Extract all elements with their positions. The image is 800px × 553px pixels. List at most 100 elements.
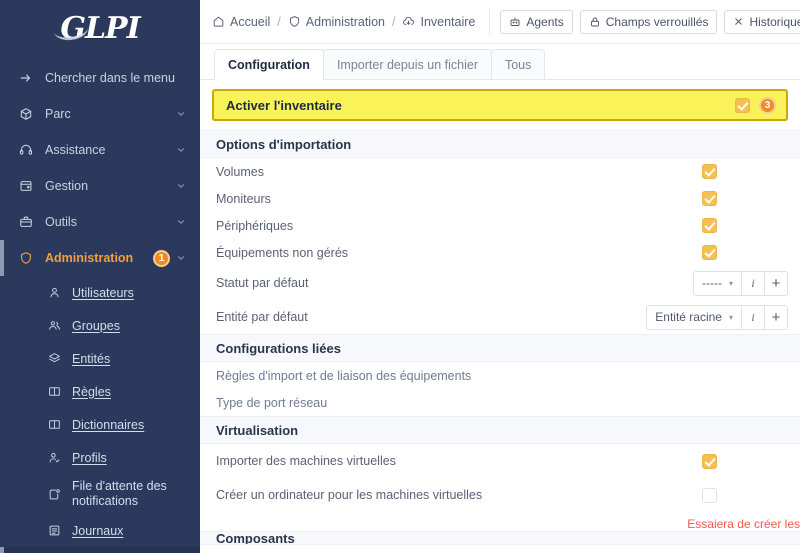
sidebar-item-utilisateurs[interactable]: Utilisateurs <box>0 276 200 309</box>
row-label: Importer des machines virtuelles <box>216 454 396 468</box>
chevron-down-icon <box>176 145 186 155</box>
row-control: ----- ▾ i + <box>693 270 788 296</box>
sidebar-item-gestion[interactable]: Gestion <box>0 168 200 204</box>
app-window: GLPI Chercher dans le menu Parc Assistan… <box>0 0 800 553</box>
entite-par-defaut-add-button[interactable]: + <box>764 305 787 329</box>
statut-par-defaut-add-button[interactable]: + <box>764 271 787 295</box>
row-label: Créer un ordinateur pour les machines vi… <box>216 488 483 502</box>
sidebar-item-dictionnaires[interactable]: Dictionnaires <box>0 408 200 441</box>
breadcrumb-item-inventaire[interactable]: Inventaire <box>402 15 475 29</box>
sidebar-subitem-label: Dictionnaires <box>72 417 145 432</box>
section-header-virtualisation: Virtualisation <box>200 416 800 444</box>
entite-par-defaut-info-button[interactable]: i <box>741 305 764 329</box>
shield-icon <box>16 250 36 266</box>
breadcrumb-item-administration[interactable]: Administration <box>288 15 385 29</box>
toolbar-divider <box>489 8 491 35</box>
row-regles-import-liaison[interactable]: Règles d'import et de liaison des équipe… <box>200 362 800 389</box>
sidebar-subitem-label: Journaux <box>72 523 124 538</box>
sidebar-item-groupes[interactable]: Groupes <box>0 309 200 342</box>
importer-machines-virtuelles-checkbox[interactable] <box>702 453 717 469</box>
sidebar-item-journaux[interactable]: Journaux <box>0 514 200 547</box>
sidebar: GLPI Chercher dans le menu Parc Assistan… <box>0 0 200 553</box>
tab-importer-depuis-un-fichier[interactable]: Importer depuis un fichier <box>322 49 492 79</box>
agents-button[interactable]: Agents <box>500 9 573 34</box>
moniteurs-checkbox[interactable] <box>702 191 717 206</box>
statut-par-defaut-select[interactable]: ----- ▾ <box>694 272 741 295</box>
configuration-form: Activer l'inventaire 3 Options d'importa… <box>200 80 800 553</box>
toolbar-buttons: Agents Champs verrouillés Historique des… <box>500 9 800 34</box>
entite-par-defaut-select[interactable]: Entité racine ▾ <box>647 306 741 329</box>
sidebar-item-file-attente-notifications[interactable]: File d'attente des notifications <box>0 474 200 514</box>
activer-inventaire-row: Activer l'inventaire 3 <box>212 89 788 121</box>
sidebar-item-profils[interactable]: Profils <box>0 441 200 474</box>
chevron-down-icon: ▾ <box>728 278 733 288</box>
equipment-history-button[interactable]: Historique des équipem <box>724 9 800 34</box>
breadcrumb-label: Inventaire <box>420 14 476 29</box>
row-type-port-reseau[interactable]: Type de port réseau <box>200 389 800 416</box>
tab-configuration[interactable]: Configuration <box>214 49 324 80</box>
row-control: Entité racine ▾ i + <box>646 304 788 330</box>
sidebar-item-inventaire[interactable]: Inventaire 2 <box>0 547 200 553</box>
sidebar-search-label: Chercher dans le menu <box>45 71 175 85</box>
tab-tous[interactable]: Tous <box>490 49 546 79</box>
headset-icon <box>16 142 36 158</box>
briefcase-icon <box>16 214 36 230</box>
sidebar-subitem-label: Entités <box>72 351 111 366</box>
row-label: Règles d'import et de liaison des équipe… <box>216 368 472 383</box>
logo-text: GLPI <box>60 10 140 46</box>
row-creer-ordinateur-machines-virtuelles: Créer un ordinateur pour les machines vi… <box>200 478 800 512</box>
volumes-checkbox[interactable] <box>702 164 717 179</box>
user-icon <box>44 285 64 301</box>
users-icon <box>44 318 64 334</box>
breadcrumb-separator: / <box>391 14 396 29</box>
statut-par-defaut-value: ----- <box>702 276 722 290</box>
book-icon <box>44 384 64 400</box>
row-label: Volumes <box>216 164 264 179</box>
sidebar-item-regles[interactable]: Règles <box>0 375 200 408</box>
row-label: Moniteurs <box>216 191 271 206</box>
row-control <box>702 218 788 233</box>
tab-bar: Configuration Importer depuis un fichier… <box>200 44 800 80</box>
sidebar-badge-administration: 1 <box>153 249 170 267</box>
chevron-down-icon <box>176 109 186 119</box>
cloud-download-icon <box>402 15 415 28</box>
statut-par-defaut-dropdown-group: ----- ▾ i + <box>693 270 788 296</box>
locked-fields-button-label: Champs verrouillés <box>605 14 709 29</box>
sidebar-subitem-label: Utilisateurs <box>72 285 134 300</box>
entite-par-defaut-value: Entité racine <box>655 310 722 324</box>
locked-fields-button[interactable]: Champs verrouillés <box>579 9 718 34</box>
activer-inventaire-checkbox[interactable] <box>735 97 750 113</box>
statut-par-defaut-info-button[interactable]: i <box>741 271 764 295</box>
sidebar-item-administration[interactable]: Administration 1 <box>0 240 200 276</box>
top-bar: Accueil / Administration / Inventaire Ag… <box>200 0 800 44</box>
sidebar-item-entites[interactable]: Entités <box>0 342 200 375</box>
sidebar-search-menu[interactable]: Chercher dans le menu <box>0 60 200 96</box>
creer-ordinateur-machines-virtuelles-checkbox[interactable] <box>702 487 717 503</box>
chevron-down-icon <box>176 181 186 191</box>
shield-icon <box>288 15 301 28</box>
main-area: Accueil / Administration / Inventaire Ag… <box>200 0 800 553</box>
lock-icon <box>589 16 601 28</box>
app-logo[interactable]: GLPI <box>0 0 200 56</box>
home-icon <box>212 15 225 28</box>
breadcrumb-label: Administration <box>305 14 385 29</box>
chevron-down-icon <box>176 253 186 263</box>
peripheriques-checkbox[interactable] <box>702 218 717 233</box>
section-header-configurations-liees: Configurations liées <box>200 334 800 362</box>
section-header-options-importation: Options d'importation <box>200 130 800 158</box>
sidebar-item-assistance[interactable]: Assistance <box>0 132 200 168</box>
chevron-down-icon: ▾ <box>728 312 733 322</box>
sidebar-item-outils[interactable]: Outils <box>0 204 200 240</box>
wallet-icon <box>16 178 36 194</box>
sidebar-item-label: Assistance <box>45 143 106 157</box>
close-icon <box>733 16 744 27</box>
row-label: Équipements non gérés <box>216 245 349 260</box>
breadcrumb-label: Accueil <box>230 14 271 29</box>
section-header-composants: Composants <box>200 531 800 545</box>
equipements-non-geres-checkbox[interactable] <box>702 245 717 260</box>
breadcrumb-item-accueil[interactable]: Accueil <box>212 15 270 29</box>
row-control <box>702 245 788 260</box>
sidebar-item-parc[interactable]: Parc <box>0 96 200 132</box>
entite-par-defaut-dropdown-group: Entité racine ▾ i + <box>646 304 788 330</box>
activer-inventaire-badge: 3 <box>759 96 776 114</box>
